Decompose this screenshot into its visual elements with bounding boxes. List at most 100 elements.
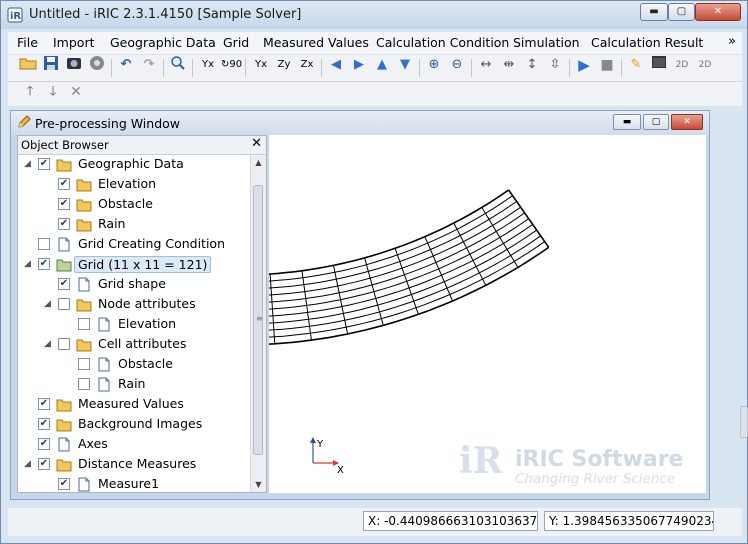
maximize-button[interactable]: ▢ — [668, 3, 695, 21]
move-up-icon[interactable]: ▲ — [372, 55, 392, 75]
menu-measured-values[interactable]: Measured Values — [263, 35, 369, 50]
child-minimize-button[interactable]: ▬ — [613, 114, 641, 130]
open-folder-icon[interactable] — [18, 55, 38, 75]
menu-import[interactable]: Import — [53, 35, 95, 50]
menu-overflow-icon[interactable]: » — [728, 34, 736, 49]
tree-row[interactable]: ✔ Obstacle — [18, 195, 250, 215]
z-view-icon[interactable]: Zx — [297, 55, 317, 75]
move-up-arrow-icon[interactable]: 🡑 — [20, 82, 40, 102]
move-left-icon[interactable]: ◀ — [326, 55, 346, 75]
expand-arrow-icon[interactable]: ◢ — [44, 299, 54, 309]
edit-icon[interactable]: ✎ — [626, 55, 646, 75]
tree-row[interactable]: ◢ Cell attributes — [18, 335, 250, 355]
tree-row[interactable]: ✔ Grid shape — [18, 275, 250, 295]
run-icon[interactable]: ▶ — [574, 55, 594, 75]
zoom-find-icon[interactable] — [168, 55, 188, 75]
menu-grid[interactable]: Grid — [223, 35, 249, 50]
tree-row[interactable]: ✔ Rain — [18, 215, 250, 235]
view-2d-alt-icon[interactable]: 2D — [695, 55, 715, 75]
tree-checkbox[interactable] — [78, 358, 90, 370]
expand-arrow-icon[interactable]: ◢ — [44, 339, 54, 349]
tree-checkbox[interactable]: ✔ — [38, 158, 50, 170]
grid-canvas[interactable]: Y X iR iRIC Software Changing River Scie… — [200, 135, 706, 493]
grid-view[interactable]: Y X iR iRIC Software Changing River Scie… — [200, 135, 706, 493]
menu-calculation-result[interactable]: Calculation Result — [591, 35, 703, 50]
tree-checkbox[interactable]: ✔ — [38, 258, 50, 270]
x-axis-icon[interactable]: Yx — [198, 55, 218, 75]
main-scrollbar[interactable] — [739, 111, 748, 501]
object-browser-scrollbar[interactable]: ▲ ≡ ▼ — [250, 155, 266, 492]
tree-checkbox[interactable]: ✔ — [58, 218, 70, 230]
object-browser-close-icon[interactable]: ✕ — [251, 136, 262, 151]
tree-row[interactable]: ✔ Measure1 — [18, 475, 250, 492]
fit-horizontal-icon[interactable]: ↔ — [476, 55, 496, 75]
tree-row[interactable]: Rain — [18, 375, 250, 395]
expand-arrow-icon[interactable]: ◢ — [24, 159, 34, 169]
tree-row[interactable]: ✔ Elevation — [18, 175, 250, 195]
tree-row[interactable]: ◢ Node attributes — [18, 295, 250, 315]
tree-row[interactable]: ◢ ✔ Distance Measures — [18, 455, 250, 475]
close-button[interactable]: ✕ — [695, 3, 741, 21]
expand-arrow-icon[interactable]: ◢ — [24, 459, 34, 469]
stop-icon[interactable]: ■ — [597, 55, 617, 75]
redo-icon[interactable]: ↷ — [139, 55, 159, 75]
grid-line-streamwise — [203, 218, 529, 311]
expand-arrow-icon[interactable]: ◢ — [24, 259, 34, 269]
tree-row[interactable]: ✔ Measured Values — [18, 395, 250, 415]
tree-checkbox[interactable]: ✔ — [38, 418, 50, 430]
snapshot-icon[interactable] — [64, 55, 84, 75]
menu-geographic-data[interactable]: Geographic Data — [110, 35, 216, 50]
view-2d-icon[interactable]: 2D — [672, 55, 692, 75]
tree-row[interactable]: ✔ Background Images — [18, 415, 250, 435]
tree-checkbox[interactable]: ✔ — [38, 398, 50, 410]
tree-checkbox[interactable] — [58, 338, 70, 350]
child-maximize-button[interactable]: ▢ — [643, 114, 669, 130]
scroll-up-icon[interactable]: ▲ — [251, 155, 266, 170]
tree-checkbox[interactable]: ✔ — [38, 458, 50, 470]
page-icon — [58, 437, 70, 452]
y-view-icon[interactable]: Zy — [274, 55, 294, 75]
main-scroll-thumb[interactable] — [740, 406, 748, 438]
move-down-arrow-icon[interactable]: 🡓 — [43, 82, 63, 102]
delete-icon[interactable]: ✕ — [66, 82, 86, 102]
scroll-thumb[interactable]: ≡ — [253, 185, 263, 455]
tree-row[interactable]: Grid Creating Condition — [18, 235, 250, 255]
move-right-icon[interactable]: ▶ — [349, 55, 369, 75]
child-close-button[interactable]: ✕ — [671, 114, 703, 130]
tree-checkbox[interactable]: ✔ — [58, 178, 70, 190]
tree-checkbox[interactable]: ✔ — [38, 438, 50, 450]
tree-checkbox[interactable] — [38, 238, 50, 250]
minimize-button[interactable]: ▬ — [640, 3, 668, 21]
tree-row[interactable]: ◢ ✔ Geographic Data — [18, 155, 250, 175]
tree-checkbox[interactable]: ✔ — [58, 278, 70, 290]
tree-checkbox[interactable]: ✔ — [58, 198, 70, 210]
tree-row[interactable]: Obstacle — [18, 355, 250, 375]
move-down-icon[interactable]: ▼ — [395, 55, 415, 75]
tree-checkbox[interactable]: ✔ — [58, 478, 70, 490]
watermark-subtitle: Changing River Science — [515, 471, 675, 487]
tree-checkbox[interactable] — [78, 378, 90, 390]
rotate-90-icon[interactable]: ↻90 — [221, 55, 242, 75]
movie-icon[interactable] — [87, 55, 107, 75]
tree-checkbox[interactable] — [78, 318, 90, 330]
page-icon — [98, 317, 110, 332]
x-view-icon[interactable]: Yx — [251, 55, 271, 75]
folder-icon — [76, 199, 92, 212]
fit-other-icon[interactable]: ⇹ — [499, 55, 519, 75]
zoom-out-icon[interactable]: ⊖ — [447, 55, 467, 75]
folder-icon — [56, 459, 72, 472]
menu-file[interactable]: File — [17, 35, 38, 50]
fit-vertical-icon[interactable]: ↕ — [522, 55, 542, 75]
console-icon[interactable] — [649, 55, 669, 75]
tree-row[interactable]: ✔ Axes — [18, 435, 250, 455]
fit-all-icon[interactable]: ⇳ — [545, 55, 565, 75]
zoom-in-icon[interactable]: ⊕ — [424, 55, 444, 75]
menu-simulation[interactable]: Simulation — [513, 35, 580, 50]
menu-calculation-condition[interactable]: Calculation Condition — [376, 35, 509, 50]
tree-row[interactable]: Elevation — [18, 315, 250, 335]
tree-checkbox[interactable] — [58, 298, 70, 310]
tree-row[interactable]: ◢ ✔ Grid (11 x 11 = 121) — [18, 255, 250, 275]
undo-icon[interactable]: ↶ — [116, 55, 136, 75]
save-icon[interactable] — [41, 55, 61, 75]
scroll-down-icon[interactable]: ▼ — [251, 477, 266, 492]
